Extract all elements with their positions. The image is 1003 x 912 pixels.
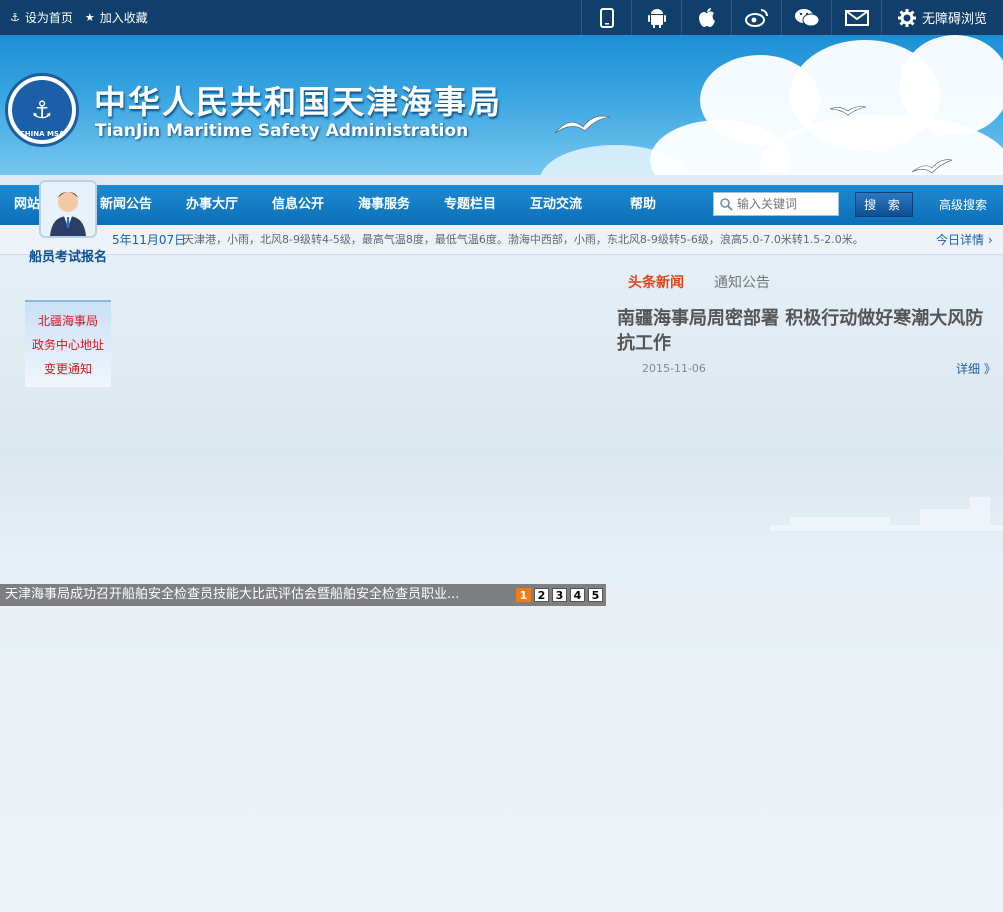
nav-item-help[interactable]: 帮助 bbox=[630, 185, 656, 225]
crew-exam-label: 船员考试报名 bbox=[28, 250, 107, 265]
mobile-icon bbox=[599, 7, 614, 28]
notice-line: 北疆海事局 bbox=[37, 314, 98, 328]
weather-date: 5年11月07日 bbox=[112, 233, 187, 247]
mail-icon bbox=[844, 9, 869, 26]
apple-link[interactable] bbox=[681, 0, 731, 35]
weather-ticker: 5年11月07日 天津港，小雨，北风8-9级转4-5级，最高气温8度，最低气温6… bbox=[0, 225, 1003, 255]
nav-item-interaction[interactable]: 互动交流 bbox=[530, 185, 582, 225]
avatar bbox=[39, 180, 97, 238]
site-title-en: TianJin Maritime Safety Administration bbox=[95, 121, 469, 141]
topbar-links: ⚓ 设为首页 ★ 加入收藏 bbox=[10, 0, 148, 35]
emblem-text: CHINA MSA bbox=[19, 130, 65, 138]
seagull-icon bbox=[912, 159, 952, 174]
anchor-icon: ⚓ bbox=[10, 11, 20, 24]
news-tabs: 头条新闻 通知公告 bbox=[628, 272, 770, 292]
tab-headline-news[interactable]: 头条新闻 bbox=[628, 272, 684, 292]
android-icon bbox=[647, 8, 666, 28]
topbar-icon-links: 无障碍浏览 bbox=[581, 0, 1003, 35]
top-utility-bar: ⚓ 设为首页 ★ 加入收藏 无障碍浏览 bbox=[0, 0, 1003, 35]
add-favorite-link[interactable]: ★ 加入收藏 bbox=[85, 9, 148, 26]
nav-item-maritime-service[interactable]: 海事服务 bbox=[358, 185, 410, 225]
weibo-icon bbox=[744, 8, 768, 27]
site-title-cn: 中华人民共和国天津海事局 bbox=[94, 83, 503, 121]
android-link[interactable] bbox=[631, 0, 681, 35]
wechat-icon bbox=[794, 8, 819, 26]
notice-line: 政务中心地址 bbox=[31, 338, 104, 352]
notice-line: 变更通知 bbox=[43, 362, 92, 376]
msa-emblem-logo: ⚓ CHINA MSA bbox=[5, 73, 79, 147]
site-banner: ⚓ CHINA MSA 中华人民共和国天津海事局 TianJin Maritim… bbox=[0, 35, 1003, 175]
headline-date: 2015-11-06 bbox=[642, 362, 706, 375]
crew-exam-widget[interactable]: 船员考试报名 bbox=[25, 175, 111, 270]
harbor-silhouette bbox=[770, 497, 1003, 531]
main-navigation: 网站首页 新闻公告 办事大厅 信息公开 海事服务 专题栏目 互动交流 帮助 搜 … bbox=[0, 185, 1003, 225]
slide-page-button[interactable]: 3 bbox=[552, 588, 567, 602]
gear-icon bbox=[897, 8, 916, 27]
set-home-label: 设为首页 bbox=[24, 11, 73, 25]
weather-text: 天津港，小雨，北风8-9级转4-5级，最高气温8度，最低气温6度。渤海中西部，小… bbox=[183, 233, 864, 246]
mobile-link[interactable] bbox=[581, 0, 631, 35]
slideshow-caption-bar: 天津海事局成功召开船舶安全检查员技能大比武评估会暨船舶安全检查员职业... 1 … bbox=[0, 584, 606, 606]
slide-caption-text[interactable]: 天津海事局成功召开船舶安全检查员技能大比武评估会暨船舶安全检查员职业... bbox=[5, 584, 459, 606]
address-change-notice[interactable]: 北疆海事局 政务中心地址 变更通知 bbox=[25, 300, 111, 387]
slide-page-button[interactable]: 5 bbox=[588, 588, 603, 602]
tab-notices[interactable]: 通知公告 bbox=[714, 272, 770, 292]
slide-pager: 1 2 3 4 5 bbox=[516, 588, 603, 602]
nav-item-info-disclosure[interactable]: 信息公开 bbox=[272, 185, 324, 225]
mail-link[interactable] bbox=[831, 0, 881, 35]
search-input[interactable] bbox=[737, 197, 835, 211]
accessibility-link[interactable]: 无障碍浏览 bbox=[881, 0, 1003, 35]
apple-icon bbox=[698, 7, 715, 27]
slide-page-button[interactable]: 4 bbox=[570, 588, 585, 602]
weibo-link[interactable] bbox=[731, 0, 781, 35]
headline-more-link[interactable]: 详细 》 bbox=[956, 360, 996, 377]
wechat-link[interactable] bbox=[781, 0, 831, 35]
nav-item-service-hall[interactable]: 办事大厅 bbox=[186, 185, 238, 225]
advanced-search-link[interactable]: 高级搜索 bbox=[939, 185, 987, 225]
seagull-icon bbox=[830, 106, 866, 116]
headline-title[interactable]: 南疆海事局周密部署 积极行动做好寒潮大风防抗工作 bbox=[617, 306, 997, 356]
search-button[interactable]: 搜 索 bbox=[855, 192, 913, 217]
person-icon bbox=[50, 192, 86, 236]
slide-page-button[interactable]: 1 bbox=[516, 588, 531, 602]
weather-more-link[interactable]: 今日详情 › bbox=[936, 225, 993, 255]
add-favorite-label: 加入收藏 bbox=[99, 11, 148, 25]
seagull-icon bbox=[555, 115, 610, 134]
accessibility-label: 无障碍浏览 bbox=[921, 12, 987, 27]
search-icon bbox=[720, 197, 733, 211]
nav-item-special-topics[interactable]: 专题栏目 bbox=[444, 185, 496, 225]
slide-page-button[interactable]: 2 bbox=[534, 588, 549, 602]
set-home-link[interactable]: ⚓ 设为首页 bbox=[10, 9, 73, 26]
search-box bbox=[713, 192, 839, 216]
star-icon: ★ bbox=[84, 11, 95, 24]
